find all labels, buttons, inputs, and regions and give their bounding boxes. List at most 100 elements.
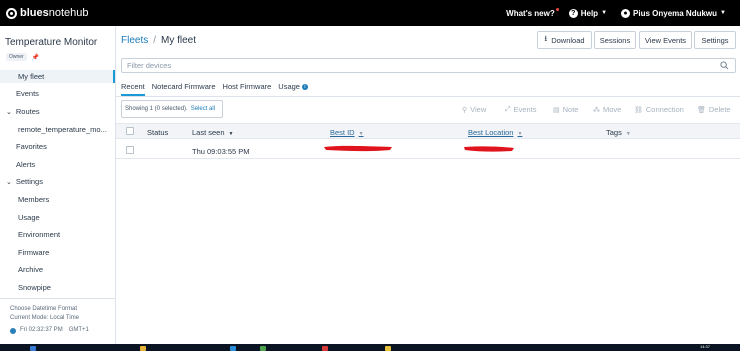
- sidebar-item-firmware[interactable]: Firmware: [18, 248, 49, 257]
- breadcrumb-current: My fleet: [161, 35, 197, 46]
- sidebar-item-label: Snowpipe: [18, 283, 51, 292]
- brand-rest: notehub: [48, 7, 89, 19]
- table-row[interactable]: Thu 09:03:55 PM: [116, 140, 740, 159]
- column-last-seen-label: Last seen: [192, 128, 225, 137]
- sort-icon: ▼: [517, 131, 523, 137]
- whats-new-label: What's new?: [506, 8, 555, 18]
- datetime-format-heading: Choose Datetime Format: [10, 306, 78, 312]
- redacted-best-id: [324, 145, 392, 152]
- search-icon[interactable]: [720, 61, 729, 70]
- pin-icon[interactable]: 📌: [32, 54, 39, 61]
- sidebar: Temperature Monitor Owner 📌 My fleet Eve…: [0, 26, 116, 344]
- filter-devices-input[interactable]: Filter devices: [121, 58, 736, 73]
- move-action[interactable]: ⁂ Move: [593, 105, 621, 114]
- notehub-logo[interactable]: blues notehub: [6, 7, 89, 19]
- redacted-best-location: [464, 146, 514, 152]
- whats-new-link[interactable]: What's new?: [506, 7, 559, 18]
- file-explorer-icon[interactable]: [140, 346, 146, 351]
- select-all-link[interactable]: Select all: [191, 106, 215, 112]
- sidebar-item-snowpipe[interactable]: Snowpipe: [18, 283, 51, 292]
- select-all-checkbox[interactable]: [126, 127, 134, 135]
- column-best-id[interactable]: Best ID ▼: [330, 128, 364, 137]
- view-action[interactable]: ⚲ View: [462, 105, 486, 114]
- help-label: Help: [580, 8, 599, 18]
- sidebar-item-label: Environment: [18, 230, 61, 239]
- device-table-header: Status Last seen ▼ Best ID ▼ Best Location…: [116, 123, 740, 139]
- breadcrumb-fleets-link[interactable]: Fleets: [121, 35, 148, 46]
- showing-text: Showing 1 (0 selected).: [125, 106, 188, 112]
- sidebar-item-usage[interactable]: Usage: [18, 213, 40, 222]
- move-icon: ⁂: [593, 106, 600, 114]
- sidebar-item-environment[interactable]: Environment: [18, 230, 60, 239]
- sidebar-item-archive[interactable]: Archive: [18, 265, 43, 274]
- view-action-label: View: [470, 105, 487, 114]
- sidebar-section-routes[interactable]: ⌄ Routes: [6, 107, 40, 116]
- sidebar-item-alerts[interactable]: Alerts: [16, 160, 35, 169]
- column-last-seen[interactable]: Last seen ▼: [192, 128, 233, 137]
- sessions-button[interactable]: Sessions: [594, 31, 636, 49]
- settings-button[interactable]: Settings: [694, 31, 736, 49]
- help-menu[interactable]: ? Help ▼: [568, 8, 607, 18]
- selection-summary: Showing 1 (0 selected). Select all: [121, 100, 223, 118]
- note-icon: ▤: [553, 106, 560, 114]
- sidebar-item-favorites[interactable]: Favorites: [16, 142, 47, 151]
- delete-action[interactable]: 🗑 Delete: [697, 105, 731, 114]
- column-tags[interactable]: Tags ▼: [606, 128, 631, 137]
- note-action[interactable]: ▤ Note: [553, 105, 578, 114]
- cell-last-seen: Thu 09:03:55 PM: [192, 147, 250, 156]
- sidebar-item-label: Archive: [18, 265, 44, 274]
- settings-label: Settings: [701, 35, 729, 45]
- tab-notecard-firmware[interactable]: Notecard Firmware: [152, 82, 216, 96]
- datetime-timezone: GMT+1: [68, 327, 89, 333]
- sidebar-section-settings[interactable]: ⌄ Settings: [6, 177, 43, 186]
- main-content: Fleets / My fleet ⭳ Download Sessions View…: [116, 26, 740, 344]
- view-events-label: View Events: [644, 35, 687, 45]
- tab-usage-label: Usage: [278, 82, 300, 91]
- row-checkbox[interactable]: [126, 146, 134, 154]
- view-events-button[interactable]: View Events: [639, 31, 692, 49]
- owner-badge: Owner: [6, 53, 27, 61]
- sidebar-item-label: Events: [16, 89, 39, 98]
- sidebar-item-members[interactable]: Members: [18, 195, 49, 204]
- clock-icon: [10, 327, 16, 334]
- tab-usage[interactable]: Usage i: [278, 82, 308, 96]
- magnifier-icon: ⚲: [462, 106, 468, 114]
- app-icon[interactable]: [260, 346, 266, 351]
- column-best-location[interactable]: Best Location ▼: [468, 128, 522, 137]
- sidebar-item-label: Alerts: [16, 160, 36, 169]
- notification-dot-icon: [555, 7, 559, 11]
- connection-action[interactable]: ⛓ Connection: [634, 105, 684, 114]
- events-icon: ⤢: [505, 105, 511, 113]
- user-avatar-icon: ●: [621, 8, 631, 18]
- tab-host-firmware[interactable]: Host Firmware: [223, 82, 272, 96]
- datetime-format-panel[interactable]: Choose Datetime Format Current Mode: Loc…: [0, 298, 115, 344]
- events-action[interactable]: ⤢ Events: [505, 105, 537, 114]
- app-icon[interactable]: [322, 346, 328, 351]
- chevron-down-icon: ⌄: [6, 108, 12, 116]
- user-name: Pius Onyema Ndukwu: [633, 8, 718, 18]
- sidebar-item-route[interactable]: remote_temperature_mo...: [18, 125, 107, 134]
- sidebar-item-my-fleet[interactable]: My fleet: [0, 70, 115, 83]
- download-label: Download: [551, 35, 585, 45]
- trash-icon: 🗑: [697, 106, 706, 114]
- column-best-id-label: Best ID: [330, 128, 355, 137]
- tab-recent[interactable]: Recent: [121, 82, 145, 96]
- sidebar-item-events[interactable]: Events: [16, 89, 39, 98]
- user-menu[interactable]: ● Pius Onyema Ndukwu ▼: [621, 8, 726, 18]
- note-action-label: Note: [562, 105, 579, 114]
- sidebar-item-label: Settings: [15, 177, 43, 186]
- sidebar-item-label: Firmware: [18, 248, 50, 257]
- download-button[interactable]: ⭳ Download: [537, 31, 592, 49]
- column-status[interactable]: Status: [147, 128, 168, 137]
- browser-icon[interactable]: [230, 346, 236, 351]
- sidebar-item-label: Routes: [15, 107, 40, 116]
- chrome-icon[interactable]: [385, 346, 391, 351]
- events-action-label: Events: [513, 105, 537, 114]
- start-icon[interactable]: [30, 346, 36, 351]
- top-navigation-bar: blues notehub What's new? ? Help ▼ ● Piu…: [0, 0, 740, 26]
- sidebar-item-label: remote_temperature_mo...: [18, 125, 107, 134]
- help-icon: ?: [568, 8, 578, 18]
- project-title: Temperature Monitor: [5, 37, 98, 48]
- blues-logo-icon: [6, 7, 17, 19]
- download-icon: ⭳: [544, 34, 548, 43]
